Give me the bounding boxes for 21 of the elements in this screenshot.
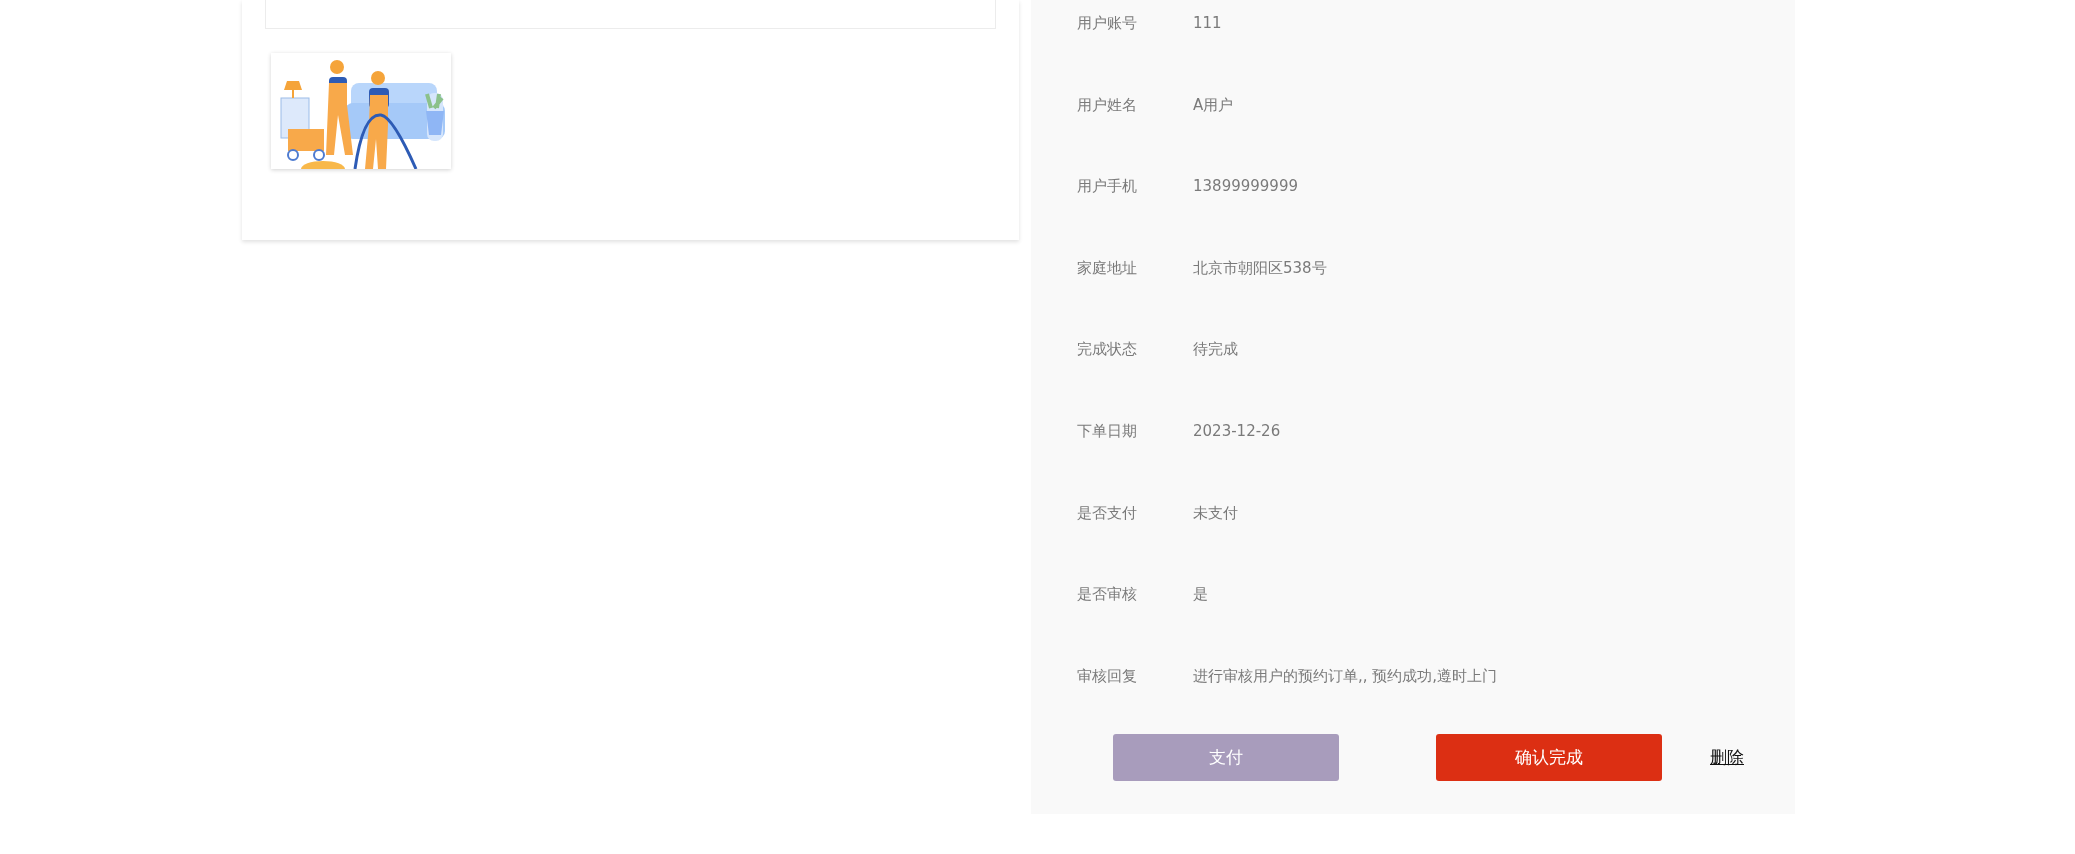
field-label: 完成状态 (1076, 339, 1138, 361)
field-label: 用户账号 (1076, 13, 1138, 34)
field-label: 用户姓名 (1076, 94, 1138, 116)
field-value: 北京市朝阳区538号 (1193, 257, 1327, 279)
field-label: 是否支付 (1076, 502, 1138, 524)
field-label: 下单日期 (1076, 420, 1138, 442)
field-value: 是 (1193, 584, 1208, 606)
field-value: 111 (1193, 13, 1222, 34)
field-value: 待完成 (1193, 339, 1238, 361)
pay-button[interactable]: 支付 (1113, 733, 1339, 781)
field-value: 未支付 (1193, 502, 1238, 524)
field-value: 13899999999 (1193, 176, 1298, 198)
field-value: 进行审核用户的预约订单,, 预约成功,遵时上门 (1193, 665, 1498, 687)
field-label: 家庭地址 (1076, 257, 1138, 279)
confirm-button[interactable]: 确认完成 (1436, 733, 1662, 781)
field-label: 用户手机 (1076, 176, 1138, 198)
field-label: 是否审核 (1076, 584, 1138, 606)
delete-link[interactable]: 删除 (1710, 745, 1744, 769)
field-value: 2023-12-26 (1193, 420, 1281, 442)
field-label: 审核回复 (1076, 665, 1138, 687)
field-value: A用户 (1193, 94, 1234, 116)
